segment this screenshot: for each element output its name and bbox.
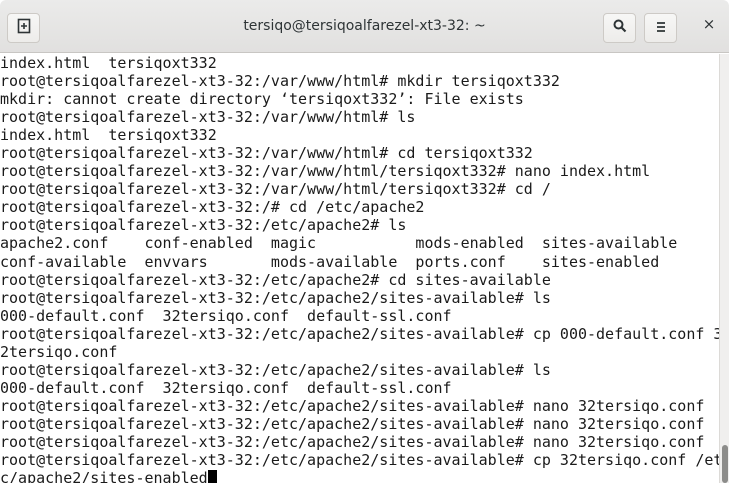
terminal-line: conf-available envvars mods-available po…: [0, 252, 660, 271]
terminal-output[interactable]: index.html tersiqoxt332 root@tersiqoalfa…: [0, 54, 719, 483]
terminal-line: root@tersiqoalfarezel-xt3-32:/etc/apache…: [0, 288, 551, 307]
terminal-line: root@tersiqoalfarezel-xt3-32:/# cd /etc/…: [0, 198, 425, 217]
terminal-line: apache2.conf conf-enabled magic mods-ena…: [0, 234, 678, 253]
search-button[interactable]: [603, 13, 636, 43]
terminal-line: 000-default.conf 32tersiqo.conf default-…: [0, 378, 452, 397]
terminal-line: root@tersiqoalfarezel-xt3-32:/etc/apache…: [0, 216, 407, 235]
close-icon: ×: [702, 15, 716, 33]
terminal-line: root@tersiqoalfarezel-xt3-32:/var/www/ht…: [0, 180, 551, 199]
terminal-line: 000-default.conf 32tersiqo.conf default-…: [0, 306, 452, 325]
terminal-line: root@tersiqoalfarezel-xt3-32:/var/www/ht…: [0, 72, 560, 91]
terminal-line: root@tersiqoalfarezel-xt3-32:/etc/apache…: [0, 432, 705, 451]
scrollbar[interactable]: [719, 54, 729, 483]
menu-button[interactable]: [644, 13, 677, 43]
terminal-line: root@tersiqoalfarezel-xt3-32:/etc/apache…: [0, 396, 705, 415]
search-icon: [613, 19, 627, 37]
terminal-line: root@tersiqoalfarezel-xt3-32:/etc/apache…: [0, 451, 719, 470]
terminal-line: root@tersiqoalfarezel-xt3-32:/var/www/ht…: [0, 144, 533, 163]
terminal-line: root@tersiqoalfarezel-xt3-32:/etc/apache…: [0, 270, 551, 289]
terminal-line: 2tersiqo.conf: [0, 342, 118, 361]
terminal-line: index.html tersiqoxt332: [0, 126, 217, 145]
terminal-line: c/apache2/sites-enabled: [0, 469, 208, 483]
terminal-line: root@tersiqoalfarezel-xt3-32:/etc/apache…: [0, 360, 551, 379]
title-bar: tersiqo@tersiqoalfarezel-xt3-32: ~ ×: [0, 0, 729, 53]
terminal-line: root@tersiqoalfarezel-xt3-32:/etc/apache…: [0, 414, 705, 433]
text-cursor: [207, 470, 217, 483]
scrollbar-thumb[interactable]: [722, 445, 728, 483]
terminal-line: root@tersiqoalfarezel-xt3-32:/var/www/ht…: [0, 162, 651, 181]
terminal-line: mkdir: cannot create directory ‘tersiqox…: [0, 90, 524, 109]
terminal-line: root@tersiqoalfarezel-xt3-32:/var/www/ht…: [0, 108, 416, 127]
hamburger-menu-icon: [655, 19, 667, 37]
close-button[interactable]: ×: [701, 15, 717, 33]
terminal-line: root@tersiqoalfarezel-xt3-32:/etc/apache…: [0, 324, 719, 343]
terminal-line: index.html tersiqoxt332: [0, 54, 217, 72]
